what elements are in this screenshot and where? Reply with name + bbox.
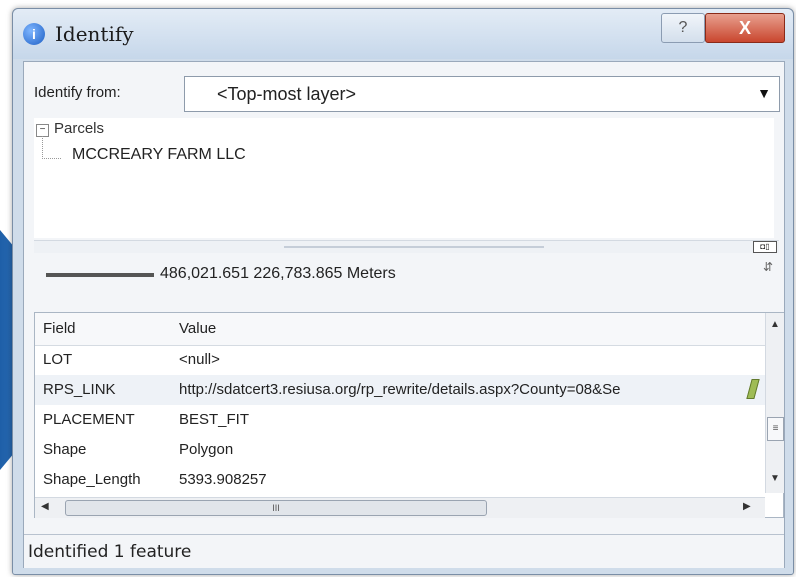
vertical-scrollbar[interactable]: ▲ ≡ ▼ (765, 313, 784, 493)
row-value: http://sdatcert3.resiusa.org/rp_rewrite/… (179, 381, 621, 398)
dropdown-arrow-icon[interactable]: ▼ (755, 82, 773, 104)
table-row[interactable]: LOT <null> (35, 345, 765, 375)
horizontal-scrollbar[interactable]: ◀ III ▶ (35, 497, 765, 518)
row-value: <null> (179, 351, 220, 368)
scroll-up-icon[interactable]: ▲ (770, 319, 780, 330)
tree-feature-item[interactable]: MCCREARY FARM LLC (72, 146, 246, 164)
status-bar: Identified 1 feature (24, 534, 784, 568)
scroll-left-icon[interactable]: ◀ (41, 501, 49, 512)
identify-panel: Identify from: <Top-most layer> ▼ − Parc… (23, 61, 785, 568)
splitter-grip (284, 246, 544, 248)
header-value[interactable]: Value (179, 320, 216, 337)
layout-toggle-icon[interactable]: ◘▯ (753, 241, 777, 253)
grid-header: Field Value (35, 313, 765, 346)
vertical-scroll-thumb[interactable]: ≡ (767, 417, 784, 441)
tree-layer-parcels[interactable]: Parcels (54, 120, 104, 137)
header-field[interactable]: Field (43, 320, 76, 337)
help-button[interactable]: ? (661, 13, 705, 43)
results-tree: − Parcels MCCREARY FARM LLC (34, 118, 774, 238)
row-field: PLACEMENT (43, 411, 135, 428)
location-scroll-icon[interactable]: ⇵ (763, 260, 773, 274)
close-button[interactable]: X (705, 13, 785, 43)
row-field: RPS_LINK (43, 381, 116, 398)
row-value: Polygon (179, 441, 234, 458)
identify-window: i Identify ? X Identify from: <Top-most … (12, 8, 794, 575)
table-row[interactable]: Shape_Length 5393.908257 (35, 465, 765, 495)
panel-splitter[interactable]: ◘▯ (34, 240, 779, 253)
row-field: LOT (43, 351, 73, 368)
row-value: BEST_FIT (179, 411, 250, 428)
row-field: Shape (43, 441, 87, 458)
attributes-grid: Field Value LOT <null> RPS_LINK http://s… (34, 312, 784, 518)
identify-from-label: Identify from: (34, 84, 121, 101)
table-row[interactable]: Shape Polygon (35, 435, 765, 465)
location-bar-icon (46, 273, 154, 277)
hyperlink-icon[interactable] (746, 379, 760, 399)
scroll-down-icon[interactable]: ▼ (770, 473, 780, 484)
tree-connector (42, 136, 61, 159)
row-value: 5393.908257 (179, 471, 267, 488)
title-bar[interactable]: i Identify ? X (13, 9, 793, 59)
horizontal-scroll-thumb[interactable]: III (65, 500, 487, 516)
table-row[interactable]: PLACEMENT BEST_FIT (35, 405, 765, 435)
row-field: Shape_Length (43, 471, 141, 488)
scroll-right-icon[interactable]: ▶ (743, 501, 751, 512)
identify-app-icon: i (23, 23, 45, 45)
identify-from-dropdown[interactable]: <Top-most layer> ▼ (184, 76, 780, 112)
location-row: 486,021.651 226,783.865 Meters ⇵ (34, 256, 779, 292)
table-row[interactable]: RPS_LINK http://sdatcert3.resiusa.org/rp… (35, 375, 765, 405)
identify-from-value: <Top-most layer> (217, 84, 357, 104)
window-title: Identify (55, 22, 134, 46)
location-coordinates: 486,021.651 226,783.865 Meters (160, 265, 396, 282)
status-text: Identified 1 feature (28, 542, 192, 562)
